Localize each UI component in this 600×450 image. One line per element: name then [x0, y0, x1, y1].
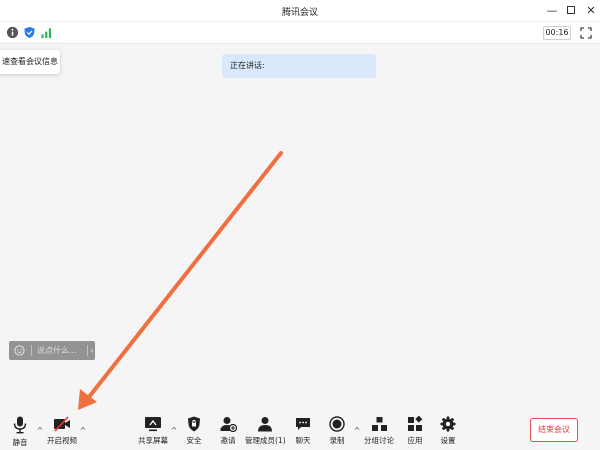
breakout-label: 分组讨论: [364, 436, 394, 445]
share-label: 共享屏幕: [138, 436, 168, 445]
settings-label: 设置: [440, 436, 456, 445]
record-icon: [329, 416, 345, 432]
share-screen-icon: [145, 417, 161, 432]
gear-icon: [440, 416, 456, 432]
audio-options-caret[interactable]: ^: [36, 426, 44, 435]
emoji-icon[interactable]: [14, 345, 25, 356]
chat-input[interactable]: 说点什么... ‹: [9, 341, 95, 360]
apps-label: 应用: [407, 436, 423, 445]
microphone-icon: [13, 416, 27, 434]
share-screen-button[interactable]: 共享屏幕: [136, 408, 170, 450]
chat-placeholder[interactable]: 说点什么...: [37, 341, 77, 360]
annotation-arrow: [78, 151, 283, 410]
start-video-button[interactable]: 开启视频: [44, 408, 80, 450]
bottom-toolbar: 静音 ^ 开启视频 ^ 共享屏幕 ^ 安全 邀请 管理成员(1) 聊天 录制 ^…: [0, 408, 600, 450]
invite-icon: [220, 417, 237, 432]
invite-button[interactable]: 邀请: [215, 408, 241, 450]
video-off-icon: [54, 416, 70, 432]
breakout-icon: [371, 417, 387, 431]
video-label: 开启视频: [47, 436, 77, 445]
chat-label: 聊天: [295, 436, 311, 445]
apps-button[interactable]: 应用: [403, 408, 427, 450]
breakout-rooms-button[interactable]: 分组讨论: [364, 408, 394, 450]
security-label: 安全: [186, 436, 202, 445]
record-label: 录制: [329, 436, 345, 445]
chat-icon: [296, 418, 310, 430]
share-options-caret[interactable]: ^: [170, 426, 178, 435]
security-button[interactable]: 安全: [182, 408, 206, 450]
end-meeting-button[interactable]: 结束会议: [530, 418, 578, 442]
record-button[interactable]: 录制: [325, 408, 349, 450]
apps-icon: [408, 416, 423, 431]
security-shield-icon: [188, 416, 200, 432]
manage-members-button[interactable]: 管理成员(1): [245, 408, 286, 450]
divider: [87, 345, 88, 356]
settings-button[interactable]: 设置: [436, 408, 460, 450]
record-options-caret[interactable]: ^: [353, 426, 361, 435]
members-label: 管理成员(1): [245, 436, 286, 445]
mute-label: 静音: [12, 438, 28, 447]
video-options-caret[interactable]: ^: [79, 426, 87, 435]
divider: [31, 345, 32, 356]
invite-label: 邀请: [220, 436, 236, 445]
mute-button[interactable]: 静音: [8, 408, 32, 450]
members-icon: [258, 417, 272, 432]
collapse-chat-button[interactable]: ‹: [89, 341, 95, 360]
chat-button[interactable]: 聊天: [291, 408, 315, 450]
